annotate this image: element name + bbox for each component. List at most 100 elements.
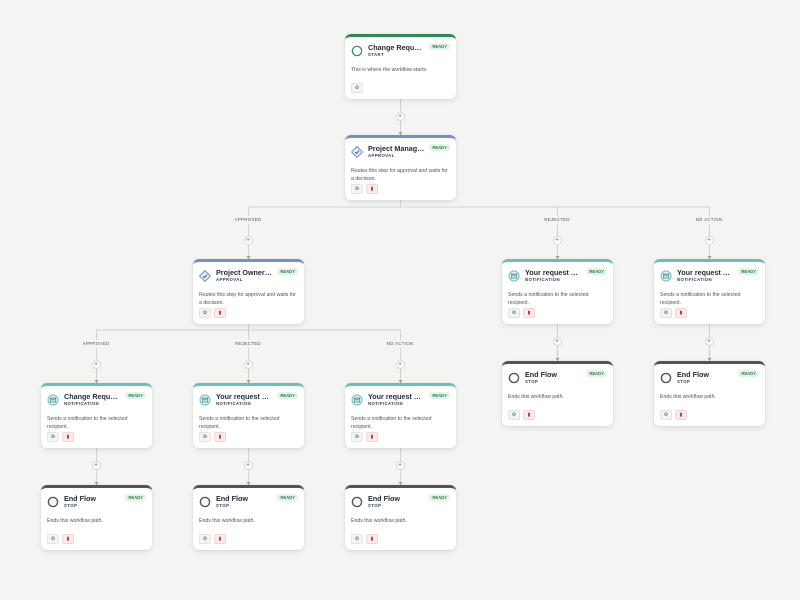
circle-outline-icon: [351, 45, 363, 57]
settings-button[interactable]: ⚙: [508, 308, 520, 318]
trash-icon: ▮: [218, 535, 222, 542]
settings-button[interactable]: ⚙: [351, 184, 363, 194]
workflow-node-approval[interactable]: Project Owner's Approval APPROVAL READY …: [193, 259, 304, 324]
delete-button[interactable]: ▮: [366, 184, 378, 194]
settings-button[interactable]: ⚙: [660, 410, 672, 420]
settings-button[interactable]: ⚙: [508, 410, 520, 420]
node-title: Project Owner's Approval: [216, 268, 272, 277]
node-header: End Flow STOP READY: [47, 494, 146, 510]
settings-button[interactable]: ⚙: [351, 83, 363, 93]
settings-button[interactable]: ⚙: [351, 432, 363, 442]
settings-button[interactable]: ⚙: [351, 534, 363, 544]
delete-button[interactable]: ▮: [214, 432, 226, 442]
stop-circle-icon: [660, 372, 672, 384]
workflow-node-stop[interactable]: End Flow STOP READY Ends this workflow p…: [345, 485, 456, 550]
add-step-button[interactable]: +: [704, 336, 714, 346]
branch-label: REJECTED: [542, 216, 572, 224]
settings-button[interactable]: ⚙: [199, 432, 211, 442]
stop-circle-icon: [199, 496, 211, 508]
delete-button[interactable]: ▮: [675, 308, 687, 318]
node-header: End Flow STOP READY: [351, 494, 450, 510]
add-step-button[interactable]: +: [395, 359, 405, 369]
node-type-label: STOP: [677, 379, 691, 384]
add-step-button[interactable]: +: [395, 111, 405, 121]
node-header: Project Owner's Approval APPROVAL READY: [199, 268, 298, 284]
node-type-label: STOP: [368, 503, 382, 508]
status-badge: READY: [586, 268, 607, 275]
workflow-node-notification[interactable]: Your request has no action NOTIFICATION …: [654, 259, 765, 324]
node-actions: ⚙ ▮: [351, 432, 378, 442]
workflow-node-notification[interactable]: Your request has no action NOTIFICATION …: [345, 383, 456, 448]
add-step-button[interactable]: +: [91, 460, 101, 470]
mail-icon: [660, 270, 672, 282]
workflow-node-notification[interactable]: Change Request Approved NOTIFICATION REA…: [41, 383, 152, 448]
branch-label: NO ACTION: [693, 216, 725, 224]
node-type-label: START: [368, 52, 385, 57]
node-title: End Flow: [216, 494, 248, 503]
add-step-button[interactable]: +: [243, 235, 253, 245]
delete-button[interactable]: ▮: [675, 410, 687, 420]
trash-icon: ▮: [370, 433, 374, 440]
delete-button[interactable]: ▮: [523, 410, 535, 420]
workflow-node-stop[interactable]: End Flow STOP READY Ends this workflow p…: [193, 485, 304, 550]
node-actions: ⚙ ▮: [351, 184, 378, 194]
node-description: Sends a notification to the selected rec…: [508, 292, 589, 306]
node-type-label: APPROVAL: [368, 153, 395, 158]
node-title: Your request has been rejected: [525, 268, 581, 277]
workflow-node-notification[interactable]: Your request has been rejected NOTIFICAT…: [193, 383, 304, 448]
status-badge: READY: [277, 392, 298, 399]
node-header: Your request has no action NOTIFICATION …: [351, 392, 450, 408]
settings-button[interactable]: ⚙: [47, 432, 59, 442]
mail-icon: [351, 394, 363, 406]
status-badge: READY: [586, 370, 607, 377]
stop-circle-icon: [47, 496, 59, 508]
workflow-node-stop[interactable]: End Flow STOP READY Ends this workflow p…: [502, 361, 613, 426]
node-header: End Flow STOP READY: [199, 494, 298, 510]
workflow-node-stop[interactable]: End Flow STOP READY Ends this workflow p…: [654, 361, 765, 426]
workflow-node-notification[interactable]: Your request has been rejected NOTIFICAT…: [502, 259, 613, 324]
settings-button[interactable]: ⚙: [660, 308, 672, 318]
node-title: Your request has been rejected: [216, 392, 272, 401]
gear-icon: ⚙: [354, 185, 360, 192]
delete-button[interactable]: ▮: [523, 308, 535, 318]
delete-button[interactable]: ▮: [62, 432, 74, 442]
gear-icon: ⚙: [50, 535, 56, 542]
delete-button[interactable]: ▮: [214, 308, 226, 318]
workflow-node-start[interactable]: Change Request START READY This is where…: [345, 34, 456, 99]
node-description: Ends this workflow path.: [351, 518, 407, 524]
node-actions: ⚙ ▮: [351, 534, 378, 544]
branch-label: APPROVED: [80, 340, 112, 348]
settings-button[interactable]: ⚙: [47, 534, 59, 544]
settings-button[interactable]: ⚙: [199, 308, 211, 318]
delete-button[interactable]: ▮: [366, 432, 378, 442]
stop-circle-icon: [508, 372, 520, 384]
node-type-label: APPROVAL: [216, 277, 243, 282]
workflow-node-approval[interactable]: Project Manager's Approval APPROVAL READ…: [345, 135, 456, 200]
node-type-label: NOTIFICATION: [525, 277, 561, 282]
node-type-label: NOTIFICATION: [368, 401, 404, 406]
add-step-button[interactable]: +: [243, 359, 253, 369]
delete-button[interactable]: ▮: [214, 534, 226, 544]
workflow-canvas[interactable]: Change Request START READY This is where…: [0, 0, 800, 600]
trash-icon: ▮: [679, 309, 683, 316]
gear-icon: ⚙: [202, 309, 208, 316]
trash-icon: ▮: [218, 309, 222, 316]
node-actions: ⚙: [351, 83, 363, 93]
workflow-node-stop[interactable]: End Flow STOP READY Ends this workflow p…: [41, 485, 152, 550]
status-badge: READY: [277, 268, 298, 275]
delete-button[interactable]: ▮: [366, 534, 378, 544]
node-actions: ⚙ ▮: [47, 432, 74, 442]
status-badge: READY: [277, 494, 298, 501]
delete-button[interactable]: ▮: [62, 534, 74, 544]
gear-icon: ⚙: [354, 433, 360, 440]
add-step-button[interactable]: +: [91, 359, 101, 369]
node-type-label: STOP: [216, 503, 230, 508]
status-badge: READY: [738, 268, 759, 275]
settings-button[interactable]: ⚙: [199, 534, 211, 544]
add-step-button[interactable]: +: [243, 460, 253, 470]
add-step-button[interactable]: +: [552, 235, 562, 245]
mail-icon: [508, 270, 520, 282]
add-step-button[interactable]: +: [552, 336, 562, 346]
add-step-button[interactable]: +: [395, 460, 405, 470]
add-step-button[interactable]: +: [704, 235, 714, 245]
